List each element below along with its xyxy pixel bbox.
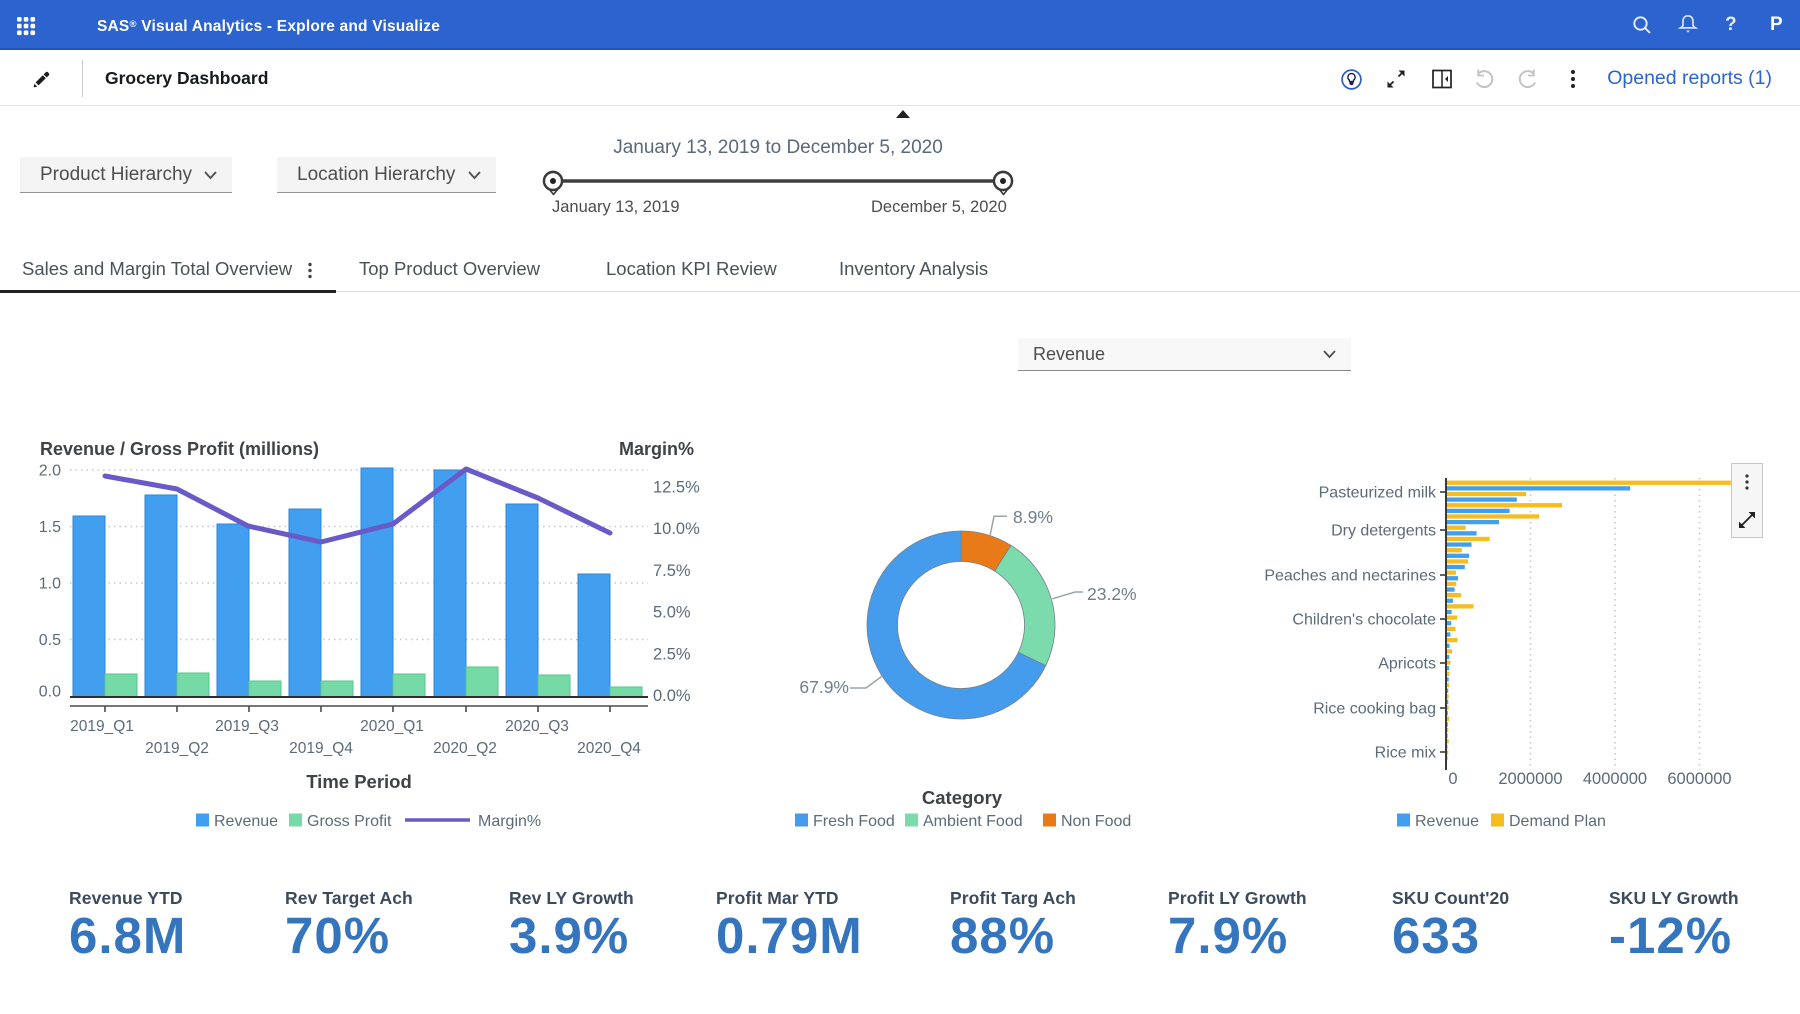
svg-text:6000000: 6000000 xyxy=(1667,770,1731,788)
svg-text:2020_Q4: 2020_Q4 xyxy=(577,740,641,757)
svg-text:1.0: 1.0 xyxy=(39,576,61,593)
svg-text:Margin%: Margin% xyxy=(478,813,541,830)
svg-text:4000000: 4000000 xyxy=(1583,770,1647,788)
svg-text:12.5%: 12.5% xyxy=(653,479,700,497)
svg-text:Apricots: Apricots xyxy=(1378,656,1436,673)
svg-text:67.9%: 67.9% xyxy=(799,677,849,697)
svg-text:Peaches and nectarines: Peaches and nectarines xyxy=(1264,568,1436,585)
svg-text:2019_Q1: 2019_Q1 xyxy=(70,718,134,735)
svg-text:1.5: 1.5 xyxy=(39,519,61,536)
svg-text:Non Food: Non Food xyxy=(1061,813,1131,830)
svg-text:Demand Plan: Demand Plan xyxy=(1509,813,1606,830)
svg-text:Gross Profit: Gross Profit xyxy=(307,813,392,830)
svg-text:Category: Category xyxy=(922,787,1003,808)
svg-text:2019_Q3: 2019_Q3 xyxy=(215,718,279,735)
svg-text:23.2%: 23.2% xyxy=(1087,584,1137,604)
svg-text:Revenue / Gross Profit (millio: Revenue / Gross Profit (millions) xyxy=(40,439,319,459)
svg-text:Fresh Food: Fresh Food xyxy=(813,813,895,830)
svg-text:Revenue: Revenue xyxy=(1415,813,1479,830)
svg-text:0.0%: 0.0% xyxy=(653,687,691,705)
svg-text:Margin%: Margin% xyxy=(619,439,694,459)
svg-text:2.5%: 2.5% xyxy=(653,645,691,663)
svg-text:Revenue: Revenue xyxy=(214,813,278,830)
svg-text:2020_Q3: 2020_Q3 xyxy=(505,718,569,735)
svg-text:7.5%: 7.5% xyxy=(653,562,691,580)
svg-text:8.9%: 8.9% xyxy=(1013,507,1053,527)
svg-text:Ambient Food: Ambient Food xyxy=(923,813,1023,830)
svg-text:0.0: 0.0 xyxy=(39,684,61,701)
svg-text:5.0%: 5.0% xyxy=(653,604,691,622)
svg-text:Children's chocolate: Children's chocolate xyxy=(1292,612,1436,629)
svg-text:2.0: 2.0 xyxy=(39,463,61,480)
svg-text:Dry detergents: Dry detergents xyxy=(1331,523,1436,540)
svg-text:Rice cooking bag: Rice cooking bag xyxy=(1313,701,1436,718)
svg-text:Rice mix: Rice mix xyxy=(1375,745,1436,762)
svg-text:Time Period: Time Period xyxy=(306,771,412,792)
svg-text:Pasteurized milk: Pasteurized milk xyxy=(1319,485,1437,502)
svg-text:2019_Q4: 2019_Q4 xyxy=(289,740,353,757)
svg-text:2000000: 2000000 xyxy=(1498,770,1562,788)
svg-text:2019_Q2: 2019_Q2 xyxy=(145,740,209,757)
svg-text:10.0%: 10.0% xyxy=(653,520,700,538)
svg-text:0.5: 0.5 xyxy=(39,632,61,649)
svg-text:0: 0 xyxy=(1448,770,1457,788)
svg-text:2020_Q1: 2020_Q1 xyxy=(360,718,424,735)
svg-text:2020_Q2: 2020_Q2 xyxy=(433,740,497,757)
